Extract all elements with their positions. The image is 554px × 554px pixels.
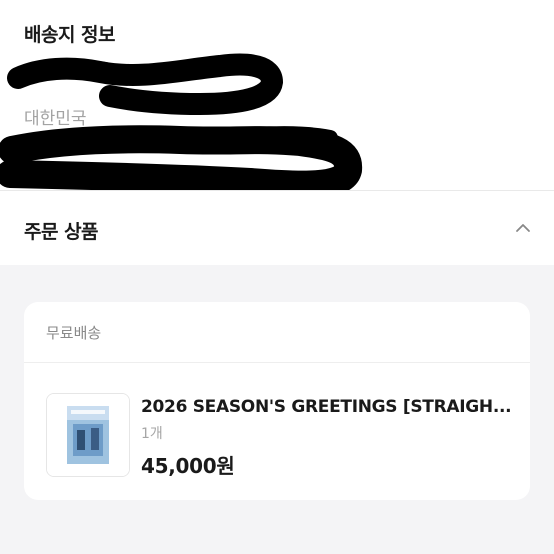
chevron-up-icon[interactable] xyxy=(514,219,532,237)
shipping-info-section: 배송지 정보 대한민국 xyxy=(0,0,554,190)
redaction-scribble xyxy=(0,53,363,190)
product-quantity: 1개 xyxy=(141,426,163,442)
order-item-card: 무료배송 2026 SEASON'S GREETINGS [STRAIGH...… xyxy=(24,302,530,500)
order-items-header[interactable]: 주문 상품 xyxy=(0,191,554,265)
product-price: 45,000원 xyxy=(141,454,235,478)
free-shipping-label: 무료배송 xyxy=(46,324,102,342)
product-thumbnail[interactable] xyxy=(46,393,130,477)
product-image xyxy=(47,394,129,476)
card-divider xyxy=(24,362,530,363)
product-name[interactable]: 2026 SEASON'S GREETINGS [STRAIGH... xyxy=(141,397,516,417)
order-items-title: 주문 상품 xyxy=(24,221,99,243)
